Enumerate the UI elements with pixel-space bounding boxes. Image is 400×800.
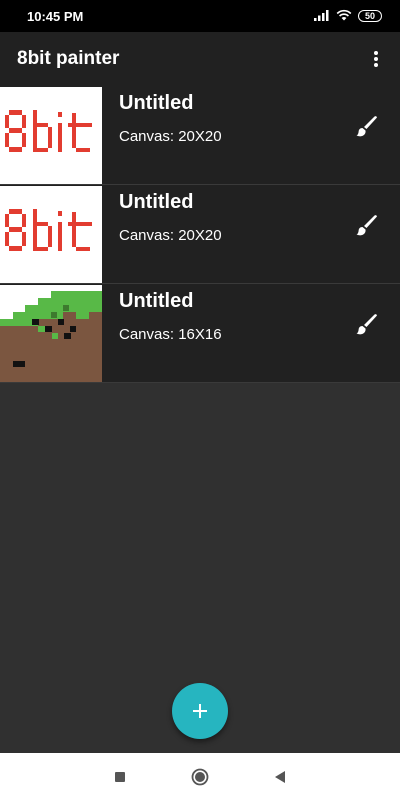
screen: 10:45 PM 50 8bit painter Untitled Canvas…	[0, 0, 400, 800]
plus-icon	[193, 704, 207, 718]
battery-icon: 50	[358, 10, 382, 22]
app-title: 8bit painter	[17, 48, 120, 69]
drawing-list: Untitled Canvas: 20X20 Untitled Canvas: …	[0, 86, 400, 383]
status-time: 10:45 PM	[27, 8, 84, 24]
brush-icon[interactable]	[354, 113, 380, 139]
wifi-icon	[336, 9, 352, 24]
drawing-list-item[interactable]: Untitled Canvas: 20X20	[0, 185, 400, 284]
home-circle-icon[interactable]	[188, 765, 212, 789]
drawing-title: Untitled	[119, 290, 194, 312]
app-bar: 8bit painter	[0, 32, 400, 86]
drawing-list-item[interactable]: Untitled Canvas: 16X16	[0, 284, 400, 383]
status-icons: 50	[314, 9, 382, 24]
signal-icon	[314, 9, 330, 24]
overflow-menu-icon[interactable]	[364, 47, 388, 71]
add-drawing-button[interactable]	[172, 683, 228, 739]
canvas-size: Canvas: 16X16	[119, 326, 222, 343]
canvas-size: Canvas: 20X20	[119, 227, 222, 244]
8bit-logo-thumbnail	[0, 87, 102, 184]
status-bar: 10:45 PM 50	[0, 0, 400, 32]
grass-block-thumbnail	[0, 285, 102, 382]
system-nav-bar	[0, 753, 400, 800]
brush-icon[interactable]	[354, 311, 380, 337]
brush-icon[interactable]	[354, 212, 380, 238]
back-triangle-icon[interactable]	[268, 765, 292, 789]
canvas-size: Canvas: 20X20	[119, 128, 222, 145]
drawing-list-item[interactable]: Untitled Canvas: 20X20	[0, 86, 400, 185]
drawing-title: Untitled	[119, 92, 194, 114]
recents-square-icon[interactable]	[108, 765, 132, 789]
8bit-logo-thumbnail	[0, 186, 102, 283]
drawing-title: Untitled	[119, 191, 194, 213]
